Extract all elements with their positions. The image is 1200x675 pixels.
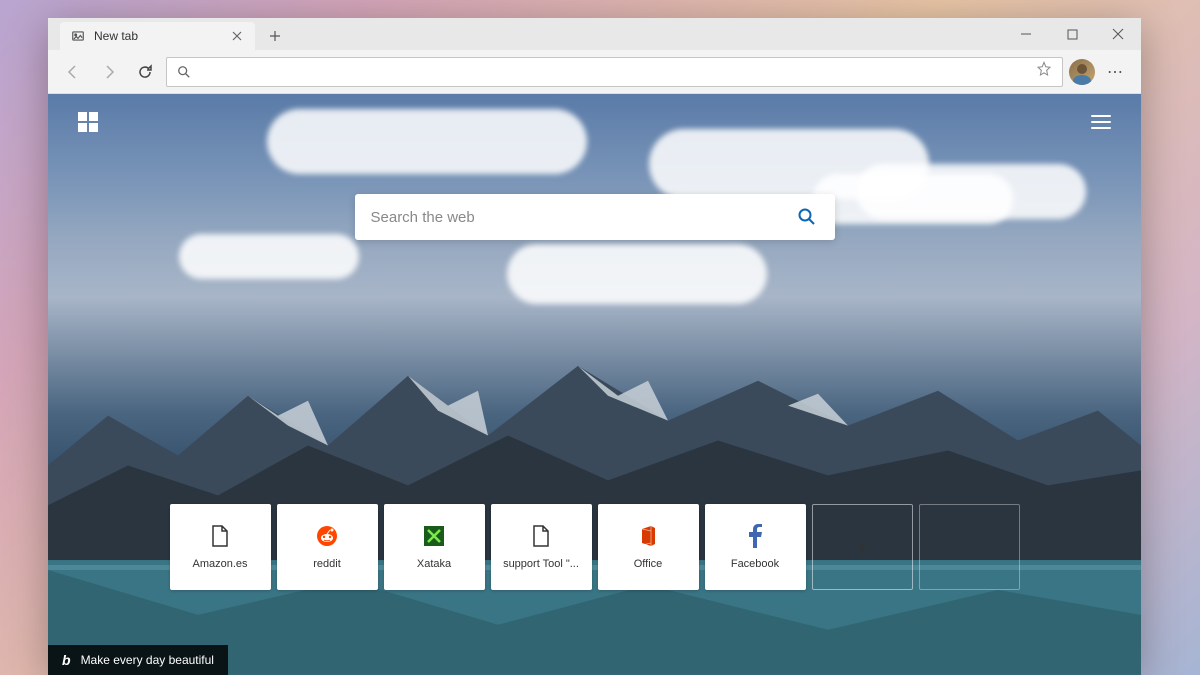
facebook-icon [743, 524, 767, 548]
titlebar: New tab [48, 18, 1141, 50]
tile-label: reddit [309, 558, 345, 570]
background-mountains [48, 326, 1141, 675]
maximize-button[interactable] [1049, 18, 1095, 50]
reddit-icon [315, 524, 339, 548]
tile-amazon[interactable]: Amazon.es [170, 504, 271, 590]
tile-label: Office [630, 558, 667, 570]
tile-facebook[interactable]: Facebook [705, 504, 806, 590]
tab-title: New tab [94, 29, 138, 43]
tile-placeholder [919, 504, 1020, 590]
file-icon [529, 524, 553, 548]
address-search-icon [177, 65, 191, 79]
settings-more-button[interactable]: ⋯ [1101, 57, 1131, 87]
address-bar[interactable] [166, 57, 1063, 87]
browser-window: New tab ⋯ [48, 18, 1141, 675]
new-tab-button[interactable] [261, 22, 289, 50]
tile-xataka[interactable]: Xataka [384, 504, 485, 590]
bing-icon: b [62, 652, 71, 668]
microsoft-logo-icon[interactable] [78, 112, 98, 132]
office-icon [636, 524, 660, 548]
tab-active[interactable]: New tab [60, 22, 255, 50]
web-search-box[interactable] [355, 194, 835, 240]
bing-caption-text: Make every day beautiful [81, 653, 214, 667]
xataka-icon [422, 524, 446, 548]
refresh-button[interactable] [130, 57, 160, 87]
web-search-input[interactable] [371, 209, 795, 226]
quick-links: Amazon.es reddit Xataka support Tool "..… [170, 504, 1020, 590]
tile-label: Xataka [413, 558, 455, 570]
window-controls [1003, 18, 1141, 50]
tile-support-tool[interactable]: support Tool "... [491, 504, 592, 590]
plus-icon [850, 535, 874, 559]
close-window-button[interactable] [1095, 18, 1141, 50]
forward-button[interactable] [94, 57, 124, 87]
bing-caption-bar[interactable]: b Make every day beautiful [48, 645, 228, 675]
toolbar: ⋯ [48, 50, 1141, 94]
web-search-button[interactable] [795, 205, 819, 229]
tab-close-button[interactable] [229, 28, 245, 44]
minimize-button[interactable] [1003, 18, 1049, 50]
favorite-star-icon[interactable] [1036, 61, 1052, 82]
tile-label: Facebook [727, 558, 783, 570]
tile-label: support Tool "... [499, 558, 583, 570]
tile-office[interactable]: Office [598, 504, 699, 590]
profile-avatar[interactable] [1069, 59, 1095, 85]
address-input[interactable] [199, 58, 1028, 86]
back-button[interactable] [58, 57, 88, 87]
tile-reddit[interactable]: reddit [277, 504, 378, 590]
tile-label: Amazon.es [188, 558, 251, 570]
tab-favicon-icon [70, 28, 86, 44]
page-settings-button[interactable] [1091, 112, 1111, 132]
new-tab-page: Amazon.es reddit Xataka support Tool "..… [48, 94, 1141, 675]
add-tile-button[interactable] [812, 504, 913, 590]
file-icon [208, 524, 232, 548]
